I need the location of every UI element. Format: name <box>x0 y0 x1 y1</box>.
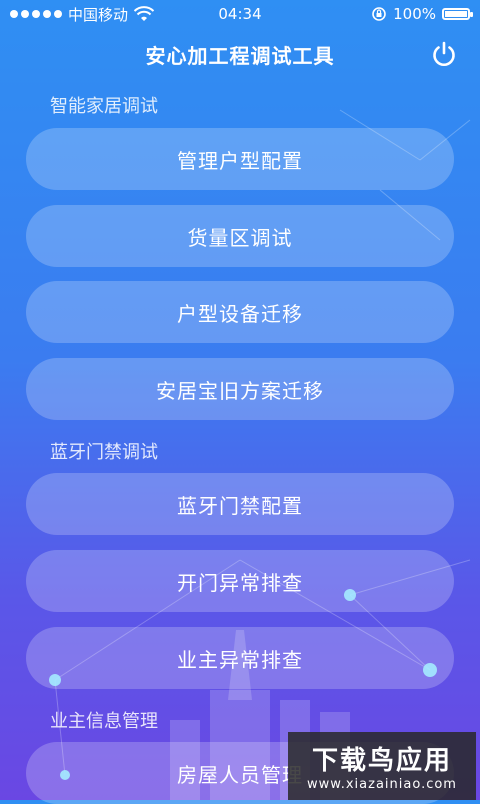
legacy-plan-migration-button[interactable]: 安居宝旧方案迁移 <box>26 358 454 420</box>
door-open-troubleshoot-button[interactable]: 开门异常排查 <box>26 550 454 612</box>
nav-bar: 安心加工程调试工具 <box>0 28 480 80</box>
manage-house-type-button[interactable]: 管理户型配置 <box>26 128 454 190</box>
status-left: 中国移动 <box>10 4 155 25</box>
carrier-label: 中国移动 <box>68 5 129 24</box>
page-title: 安心加工程调试工具 <box>145 43 335 68</box>
rotation-lock-icon <box>372 7 386 21</box>
power-icon[interactable] <box>430 40 458 68</box>
owner-troubleshoot-button[interactable]: 业主异常排查 <box>26 627 454 689</box>
signal-icon <box>10 10 62 18</box>
device-migration-button[interactable]: 户型设备迁移 <box>26 281 454 343</box>
wifi-icon <box>134 6 155 21</box>
bluetooth-access-config-button[interactable]: 蓝牙门禁配置 <box>26 473 454 535</box>
section-title-owner-info: 业主信息管理 <box>50 711 158 732</box>
status-time: 04:34 <box>218 5 262 23</box>
battery-percent: 100% <box>393 5 436 23</box>
battery-icon <box>442 8 473 20</box>
cargo-area-debug-button[interactable]: 货量区调试 <box>26 205 454 267</box>
status-right: 100% <box>371 5 473 23</box>
watermark: 下载鸟应用 www.xiazainiao.com <box>288 732 476 800</box>
section-title-smart-home: 智能家居调试 <box>50 96 158 117</box>
section-title-bluetooth-access: 蓝牙门禁调试 <box>50 442 158 463</box>
watermark-en: www.xiazainiao.com <box>307 777 457 792</box>
status-bar: 中国移动 04:34 100% <box>0 0 480 28</box>
watermark-cn: 下载鸟应用 <box>311 746 452 776</box>
